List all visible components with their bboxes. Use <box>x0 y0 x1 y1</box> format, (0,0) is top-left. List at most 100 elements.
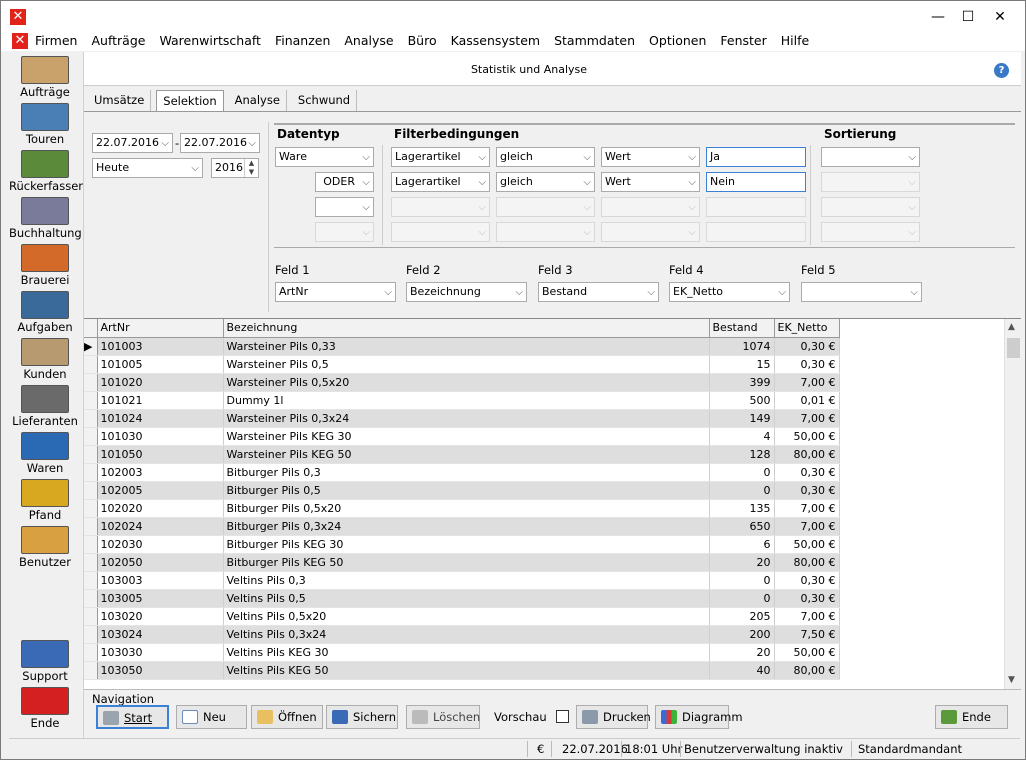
filter-operator-2[interactable]: gleich ⌵ <box>496 172 595 192</box>
sidebar-item-rückerfassen[interactable]: Rückerfassen <box>9 150 86 196</box>
table-row[interactable]: 101021 Dummy 1l 500 0,01 € <box>84 391 840 410</box>
logic-select-2[interactable]: ⌵ ODER <box>315 172 374 192</box>
filter-type-1[interactable]: Wert ⌵ <box>601 147 700 167</box>
sidebar-item-waren[interactable]: Waren <box>9 432 81 478</box>
filter-value-2[interactable]: Nein <box>706 172 806 192</box>
help-icon[interactable]: ? <box>994 63 1009 78</box>
filter-field-3[interactable]: ⌵ <box>391 197 490 217</box>
sidebar-item-pfand[interactable]: Pfand <box>9 479 81 525</box>
period-select[interactable]: Heute ⌵ <box>92 158 203 178</box>
sidebar-item-brauerei[interactable]: Brauerei <box>9 244 81 290</box>
sidebar-item-buchhaltung[interactable]: Buchhaltung <box>9 197 82 243</box>
menu-warenwirtschaft[interactable]: Warenwirtschaft <box>159 33 267 49</box>
table-row[interactable]: 103003 Veltins Pils 0,3 0 0,30 € <box>84 571 840 590</box>
chart-button[interactable]: Diagramm <box>655 705 743 729</box>
column-header-artnr[interactable]: ArtNr <box>97 319 224 338</box>
menu-firmen[interactable]: Firmen <box>35 33 84 49</box>
filter-field-2[interactable]: Lagerartikel ⌵ <box>391 172 490 192</box>
close-button[interactable]: ✕ <box>987 7 1013 27</box>
table-row[interactable]: 101005 Warsteiner Pils 0,5 15 0,30 € <box>84 355 840 374</box>
new-button[interactable]: Neu <box>176 705 247 729</box>
save-button[interactable]: Sichern <box>326 705 398 729</box>
menu-büro[interactable]: Büro <box>408 33 444 49</box>
menu-fenster[interactable]: Fenster <box>720 33 773 49</box>
sort-select-1[interactable]: ⌵ <box>821 147 920 167</box>
menu-optionen[interactable]: Optionen <box>649 33 713 49</box>
sidebar-item-touren[interactable]: Touren <box>9 103 81 149</box>
start-button[interactable]: Start <box>96 705 169 729</box>
table-row[interactable]: ▶ 101003 Warsteiner Pils 0,33 1074 0,30 € <box>84 337 840 356</box>
tab-selektion[interactable]: Selektion <box>156 90 224 112</box>
menu-stammdaten[interactable]: Stammdaten <box>554 33 642 49</box>
filter-value-1[interactable]: Ja <box>706 147 806 167</box>
open-button[interactable]: Öffnen <box>251 705 323 729</box>
delete-button[interactable]: Löschen <box>406 705 480 729</box>
tab-umsätze[interactable]: Umsätze <box>88 90 152 112</box>
table-row[interactable]: 102030 Bitburger Pils KEG 30 6 50,00 € <box>84 535 840 554</box>
filter-operator-3[interactable]: ⌵ <box>496 197 595 217</box>
vertical-scrollbar[interactable]: ▲ ▼ <box>1004 319 1021 690</box>
menu-analyse[interactable]: Analyse <box>344 33 400 49</box>
table-row[interactable]: 103030 Veltins Pils KEG 30 20 50,00 € <box>84 643 840 662</box>
sidebar-item-aufträge[interactable]: Aufträge <box>9 56 81 102</box>
menu-finanzen[interactable]: Finanzen <box>275 33 337 49</box>
table-row[interactable]: 103005 Veltins Pils 0,5 0 0,30 € <box>84 589 840 608</box>
filter-value-4[interactable] <box>706 222 806 242</box>
sidebar-item-ende[interactable]: Ende <box>9 687 81 733</box>
filter-operator-1[interactable]: gleich ⌵ <box>496 147 595 167</box>
menu-hilfe[interactable]: Hilfe <box>781 33 816 49</box>
filter-value-3[interactable] <box>706 197 806 217</box>
sort-select-2[interactable]: ⌵ <box>821 172 920 192</box>
exit-button[interactable]: Ende <box>935 705 1008 729</box>
filter-type-4[interactable]: ⌵ <box>601 222 700 242</box>
sort-select-4[interactable]: ⌵ <box>821 222 920 242</box>
logic-select-4[interactable]: ⌵ <box>315 222 374 242</box>
table-row[interactable]: 101050 Warsteiner Pils KEG 50 128 80,00 € <box>84 445 840 464</box>
feld-2-select[interactable]: Bezeichnung ⌵ <box>406 282 527 302</box>
tab-analyse[interactable]: Analyse <box>229 90 287 112</box>
tab-schwund[interactable]: Schwund <box>292 90 358 112</box>
feld-5-select[interactable]: ⌵ <box>801 282 922 302</box>
table-row[interactable]: 103024 Veltins Pils 0,3x24 200 7,50 € <box>84 625 840 644</box>
table-row[interactable]: 103020 Veltins Pils 0,5x20 205 7,00 € <box>84 607 840 626</box>
app-menu-icon[interactable]: ✕ <box>12 33 28 49</box>
table-row[interactable]: 102020 Bitburger Pils 0,5x20 135 7,00 € <box>84 499 840 518</box>
table-row[interactable]: 102003 Bitburger Pils 0,3 0 0,30 € <box>84 463 840 482</box>
feld-4-select[interactable]: EK_Netto ⌵ <box>669 282 790 302</box>
date-to-field[interactable]: 22.07.2016 ⌵ <box>180 133 260 153</box>
print-button[interactable]: Drucken <box>576 705 651 729</box>
column-header-ek_netto[interactable]: EK_Netto <box>774 319 840 338</box>
feld-3-select[interactable]: Bestand ⌵ <box>538 282 659 302</box>
scroll-thumb[interactable] <box>1007 338 1020 358</box>
scroll-down-icon[interactable]: ▼ <box>1008 675 1015 685</box>
logic-select-3[interactable]: ⌵ <box>315 197 374 217</box>
menu-kassensystem[interactable]: Kassensystem <box>451 33 547 49</box>
sort-select-3[interactable]: ⌵ <box>821 197 920 217</box>
sidebar-item-lieferanten[interactable]: Lieferanten <box>9 385 81 431</box>
preview-checkbox[interactable] <box>556 710 569 723</box>
table-row[interactable]: 102050 Bitburger Pils KEG 50 20 80,00 € <box>84 553 840 572</box>
table-row[interactable]: 101024 Warsteiner Pils 0,3x24 149 7,00 € <box>84 409 840 428</box>
maximize-button[interactable]: ☐ <box>955 7 981 27</box>
minimize-button[interactable]: — <box>925 7 951 27</box>
menu-aufträge[interactable]: Aufträge <box>91 33 152 49</box>
table-row[interactable]: 101030 Warsteiner Pils KEG 30 4 50,00 € <box>84 427 840 446</box>
table-row[interactable]: 101020 Warsteiner Pils 0,5x20 399 7,00 € <box>84 373 840 392</box>
sidebar-item-support[interactable]: Support <box>9 640 81 686</box>
datentyp-select-1[interactable]: Ware ⌵ <box>275 147 374 167</box>
spin-arrows-icon[interactable]: ▲ ▼ <box>244 159 258 177</box>
scroll-up-icon[interactable]: ▲ <box>1008 322 1015 332</box>
filter-type-3[interactable]: ⌵ <box>601 197 700 217</box>
sidebar-item-benutzer[interactable]: Benutzer <box>9 526 81 572</box>
filter-operator-4[interactable]: ⌵ <box>496 222 595 242</box>
sidebar-item-aufgaben[interactable]: Aufgaben <box>9 291 81 337</box>
result-grid[interactable]: ArtNr Bezeichnung Bestand EK_Netto ▶ 101003 Wa… <box>84 318 1021 690</box>
column-header-bezeichnung[interactable]: Bezeichnung <box>223 319 710 338</box>
column-header-bestand[interactable]: Bestand <box>709 319 775 338</box>
table-row[interactable]: 102024 Bitburger Pils 0,3x24 650 7,00 € <box>84 517 840 536</box>
table-row[interactable]: 103050 Veltins Pils KEG 50 40 80,00 € <box>84 661 840 680</box>
sidebar-item-kunden[interactable]: Kunden <box>9 338 81 384</box>
filter-type-2[interactable]: Wert ⌵ <box>601 172 700 192</box>
year-stepper[interactable]: 2016 ▲ ▼ <box>211 158 259 178</box>
filter-field-4[interactable]: ⌵ <box>391 222 490 242</box>
